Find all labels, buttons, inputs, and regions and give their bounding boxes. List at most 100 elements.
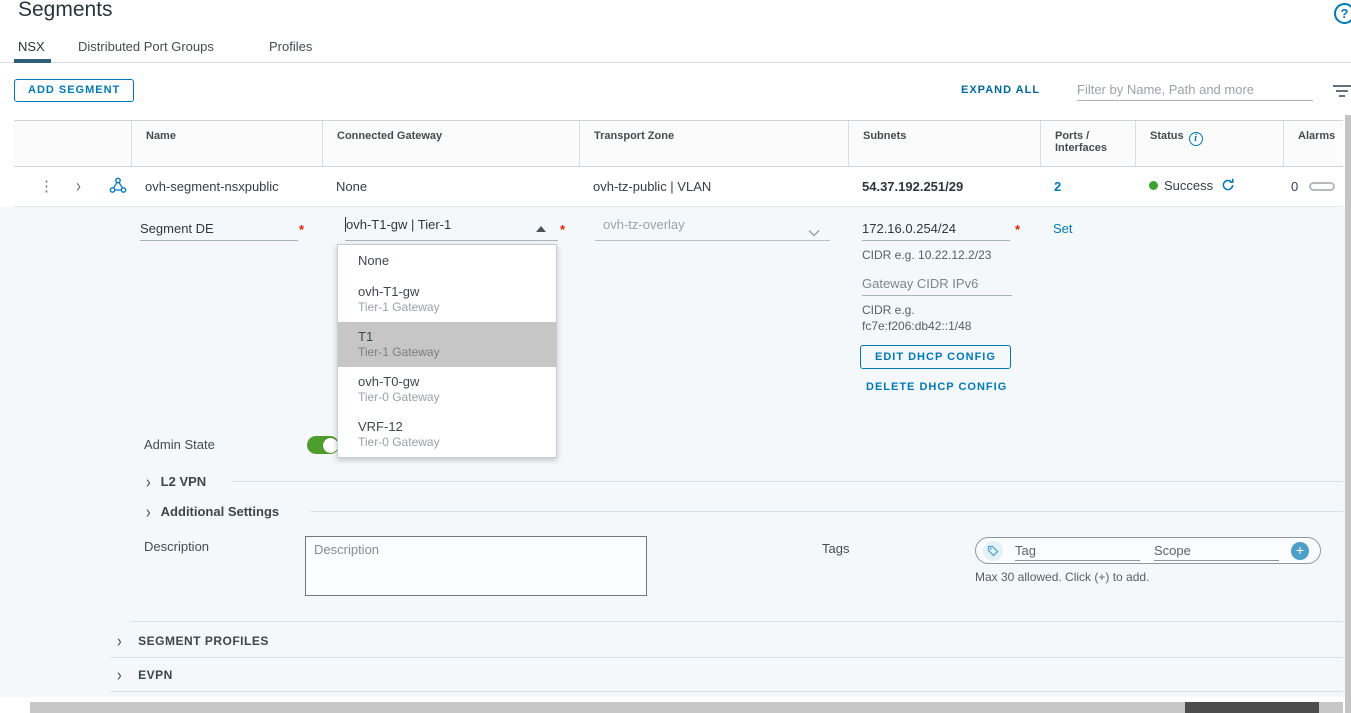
tab-nsx[interactable]: NSX [18,39,45,54]
tab-distributed-port-groups[interactable]: Distributed Port Groups [78,39,214,54]
chevron-right-icon: › [146,501,151,521]
status-text: Success [1164,178,1213,193]
dropdown-option-sublabel: Tier-0 Gateway [358,435,556,450]
success-dot-icon [1149,181,1158,190]
admin-state-toggle[interactable] [307,436,339,454]
delete-dhcp-config-link[interactable]: DELETE DHCP CONFIG [866,381,1007,393]
dropdown-option-sublabel: Tier-1 Gateway [358,300,556,315]
column-header-ports-interfaces: Ports / Interfaces [1040,121,1135,166]
cell-connected-gateway: None [322,179,579,194]
tags-input-group: + [975,537,1321,564]
gateway-cidr-input[interactable] [862,217,1010,241]
cell-status: Success [1135,178,1283,195]
dropdown-option-label: None [358,252,556,269]
dropdown-option-t1[interactable]: T1 Tier-1 Gateway [338,322,556,367]
dropdown-option-sublabel: Tier-0 Gateway [358,390,556,405]
dropdown-option-ovh-t1-gw[interactable]: ovh-T1-gw Tier-1 Gateway [338,277,556,322]
filter-icon[interactable] [1333,85,1351,100]
chevron-right-icon[interactable]: › [76,176,81,196]
transport-zone-combobox[interactable]: ovh-tz-overlay [595,217,830,241]
cell-subnets: 54.37.192.251/29 [848,179,1040,194]
tag-input[interactable] [1015,541,1140,561]
segment-edit-form [0,207,1351,697]
additional-settings-expander[interactable]: › Additional Settings [146,503,279,519]
alarms-count: 0 [1291,179,1298,194]
horizontal-scrollbar-thumb[interactable] [1185,702,1319,713]
segment-icon [109,177,127,197]
dropdown-option-vrf-12[interactable]: VRF-12 Tier-0 Gateway [338,412,556,457]
l2vpn-label: L2 VPN [161,474,207,489]
gateway-cidr-ipv6-input[interactable] [862,272,1012,296]
tag-icon [983,541,1003,561]
chevron-right-icon: › [146,471,151,491]
column-header-subnets: Subnets [848,121,1040,166]
expand-all-link[interactable]: EXPAND ALL [961,84,1040,96]
refresh-icon[interactable] [1221,180,1235,195]
dropdown-option-none[interactable]: None [338,245,556,277]
add-segment-button[interactable]: ADD SEGMENT [14,79,134,102]
column-header-connected-gateway: Connected Gateway [322,121,579,166]
column-header-name: Name [131,121,322,166]
set-link[interactable]: Set [1053,221,1073,236]
page-title: Segments [18,0,113,22]
l2vpn-expander[interactable]: › L2 VPN [146,473,206,489]
segment-profiles-expander[interactable]: ›SEGMENT PROFILES [117,632,269,648]
required-marker: * [560,222,565,237]
vertical-scrollbar[interactable] [1345,115,1351,713]
column-header-status: Statusi [1135,121,1283,166]
active-tab-underline [14,59,51,63]
section-divider [310,511,1343,512]
connected-gateway-combobox[interactable]: ovh-T1-gw | Tier-1 [345,217,558,241]
scope-input[interactable] [1154,541,1279,561]
edit-dhcp-config-button[interactable]: EDIT DHCP CONFIG [860,345,1011,369]
additional-settings-label: Additional Settings [161,504,279,519]
segments-page: Segments ? NSX Distributed Port Groups P… [0,0,1351,713]
dropdown-option-label: ovh-T1-gw [358,283,556,300]
table-header-row: Name Connected Gateway Transport Zone Su… [14,120,1343,167]
gateway-cidr-hint: CIDR e.g. 10.22.12.2/23 [862,248,991,262]
segment-profiles-label: SEGMENT PROFILES [138,634,269,648]
tab-bar: NSX Distributed Port Groups Profiles [0,36,1351,63]
dropdown-option-label: VRF-12 [358,418,556,435]
divider [110,657,1343,658]
tags-label: Tags [822,541,849,556]
cell-transport-zone: ovh-tz-public | VLAN [579,179,848,194]
column-header-controls [14,121,131,166]
caret-up-icon[interactable] [536,226,546,232]
gateway-cidr-ipv6-hint: CIDR e.g. fc7e:f206:db42::1/48 [862,302,1027,334]
dropdown-option-sublabel: Tier-1 Gateway [358,345,556,360]
tab-profiles[interactable]: Profiles [269,39,312,54]
required-marker: * [1015,222,1020,237]
dropdown-option-ovh-t0-gw[interactable]: ovh-T0-gw Tier-0 Gateway [338,367,556,412]
alarm-gauge-icon[interactable] [1309,182,1335,191]
table-row: ⋮ › ovh-segment-nsxpublic None ovh-tz-pu… [14,167,1343,207]
help-icon[interactable]: ? [1334,3,1351,24]
ports-count-link[interactable]: 2 [1054,179,1061,194]
evpn-label: EVPN [138,668,173,682]
horizontal-scrollbar[interactable] [30,702,1343,713]
toggle-knob [323,438,338,453]
description-label: Description [144,539,209,554]
status-header-label: Status [1150,130,1184,142]
required-marker: * [299,222,304,237]
connected-gateway-value: ovh-T1-gw | Tier-1 [346,217,451,232]
section-divider [232,481,1343,482]
cell-alarms: 0 [1283,179,1343,194]
add-tag-button[interactable]: + [1291,542,1309,560]
tags-hint: Max 30 allowed. Click (+) to add. [975,570,1149,584]
transport-zone-value: ovh-tz-overlay [603,217,685,232]
dropdown-option-label: ovh-T0-gw [358,373,556,390]
connected-gateway-dropdown: None ovh-T1-gw Tier-1 Gateway T1 Tier-1 … [337,244,557,458]
column-header-alarms: Alarms [1283,121,1343,166]
admin-state-label: Admin State [144,437,215,452]
evpn-expander[interactable]: › EVPN [117,666,173,682]
chevron-right-icon: › [117,664,122,684]
description-textarea[interactable] [305,536,647,596]
cell-name: ovh-segment-nsxpublic [131,179,322,194]
chevron-down-icon[interactable] [808,225,820,240]
info-icon[interactable]: i [1189,132,1203,146]
divider [130,621,1343,622]
filter-input[interactable] [1077,79,1313,101]
row-menu-icon[interactable]: ⋮ [39,180,54,194]
segment-name-input[interactable] [140,217,298,241]
